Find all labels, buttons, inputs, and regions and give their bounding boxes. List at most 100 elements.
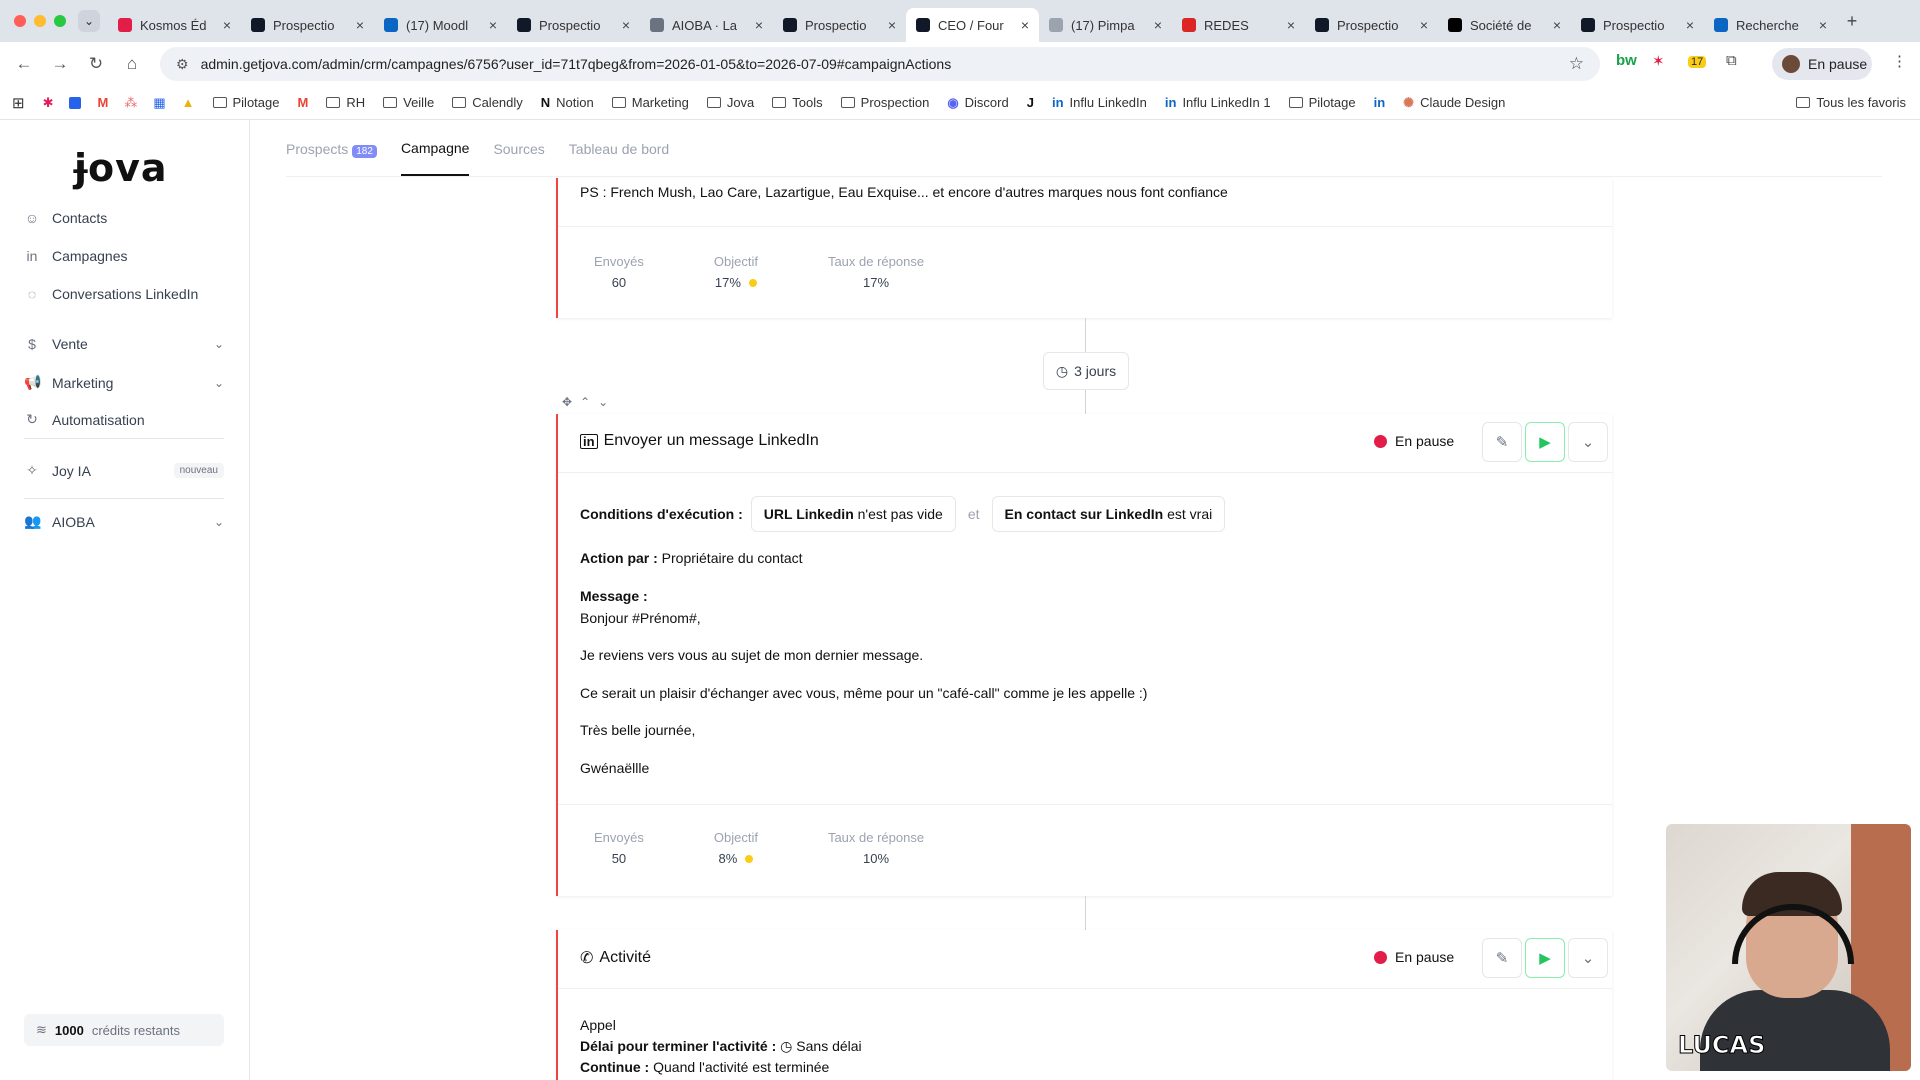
browser-tab[interactable]: (17) Pimpa × <box>1039 8 1172 42</box>
condition-chip[interactable]: URL Linkedin n'est pas vide <box>750 496 956 532</box>
bookmark-item[interactable]: Marketing <box>611 95 689 110</box>
extension-bw-icon[interactable]: bw <box>1616 52 1637 69</box>
browser-tab[interactable]: Prospectio × <box>507 8 640 42</box>
all-bookmarks[interactable]: Tous les favoris <box>1796 95 1906 110</box>
sidebar-item-conversations-linkedin[interactable]: ◌ Conversations LinkedIn <box>24 286 224 302</box>
tab-tableau-de-bord[interactable]: Tableau de bord <box>569 141 669 157</box>
close-tab-icon[interactable]: × <box>356 17 364 33</box>
play-button[interactable]: ▶ <box>1525 422 1565 462</box>
sidebar-item-campagnes[interactable]: in Campagnes <box>24 248 224 264</box>
close-tab-icon[interactable]: × <box>755 17 763 33</box>
bookmark-item[interactable]: RH <box>326 95 365 110</box>
bookmark-item[interactable]: Pilotage <box>1288 95 1356 110</box>
bookmark-star-icon[interactable]: ☆ <box>1569 54 1584 74</box>
bookmark-item[interactable]: Veille <box>383 95 434 110</box>
slack-icon[interactable]: ✱ <box>43 95 54 111</box>
minimize-window-button[interactable] <box>34 15 46 27</box>
condition-chip[interactable]: En contact sur LinkedIn est vrai <box>991 496 1226 532</box>
close-tab-icon[interactable]: × <box>1819 17 1827 33</box>
delay-badge[interactable]: ◷ 3 jours <box>1043 352 1129 390</box>
sidebar-item-aioba[interactable]: 👥 AIOBA ⌄ <box>24 513 224 530</box>
bookmark-item[interactable]: in Influ LinkedIn <box>1052 95 1147 110</box>
bookmark-item[interactable]: ✺ Claude Design <box>1403 95 1505 111</box>
move-up-icon[interactable]: ⌃ <box>580 395 590 409</box>
extension-badge[interactable]: 17 <box>1688 56 1707 68</box>
stat-value: 17% <box>714 275 758 290</box>
extension-figure-icon[interactable]: ✶ <box>1652 52 1665 70</box>
close-tab-icon[interactable]: × <box>489 17 497 33</box>
close-tab-icon[interactable]: × <box>1021 17 1029 33</box>
home-button[interactable]: ⌂ <box>114 54 150 74</box>
edit-button[interactable]: ✎ <box>1482 422 1522 462</box>
address-bar[interactable]: ⚙ admin.getjova.com/admin/crm/campagnes/… <box>160 47 1600 81</box>
bookmark-item[interactable]: N Notion <box>541 95 594 110</box>
sidebar-item-automatisation[interactable]: ↻ Automatisation <box>24 411 224 428</box>
bookmark-blue-icon[interactable] <box>69 96 82 109</box>
profile-button[interactable]: En pause <box>1772 48 1872 80</box>
browser-tab[interactable]: Recherche × <box>1704 8 1837 42</box>
bookmark-item[interactable]: Pilotage <box>212 95 279 110</box>
move-down-icon[interactable]: ⌄ <box>598 395 608 409</box>
tab-prospects[interactable]: Prospects 182 <box>286 141 377 158</box>
close-tab-icon[interactable]: × <box>622 17 630 33</box>
browser-tab[interactable]: Prospectio × <box>1571 8 1704 42</box>
jova-logo[interactable]: ɉova <box>74 146 168 190</box>
tab-search-button[interactable]: ⌄ <box>78 10 100 32</box>
close-tab-icon[interactable]: × <box>888 17 896 33</box>
back-button[interactable]: ← <box>6 54 42 74</box>
bookmark-item[interactable]: Calendly <box>452 95 523 110</box>
maximize-window-button[interactable] <box>54 15 66 27</box>
move-icon[interactable]: ✥ <box>562 395 572 409</box>
sidebar-item-contacts[interactable]: ☺ Contacts <box>24 210 224 226</box>
bookmark-item[interactable]: in Influ LinkedIn 1 <box>1165 95 1271 110</box>
bookmark-item[interactable]: J <box>1027 95 1034 110</box>
browser-tab[interactable]: (17) Moodl × <box>374 8 507 42</box>
browser-tab[interactable]: Kosmos Éd × <box>108 8 241 42</box>
play-button[interactable]: ▶ <box>1525 938 1565 978</box>
site-info-icon[interactable]: ⚙ <box>176 56 189 73</box>
bookmark-item[interactable]: Prospection <box>840 95 929 110</box>
reload-button[interactable]: ↻ <box>78 54 114 74</box>
close-tab-icon[interactable]: × <box>223 17 231 33</box>
close-tab-icon[interactable]: × <box>1420 17 1428 33</box>
browser-tab[interactable]: Prospectio × <box>773 8 906 42</box>
message-line: Très belle journée, <box>580 722 696 738</box>
close-tab-icon[interactable]: × <box>1287 17 1295 33</box>
bookmark-item[interactable]: Tools <box>772 95 823 110</box>
sidebar-item-marketing[interactable]: 📢 Marketing ⌄ <box>24 374 224 391</box>
forward-button[interactable]: → <box>42 54 78 74</box>
drive-icon[interactable]: ▲ <box>182 95 195 110</box>
sidebar-item-joy-ia[interactable]: ✧ Joy IA nouveau <box>24 462 224 479</box>
step-title-label: Envoyer un message LinkedIn <box>603 432 819 449</box>
bookmark-item[interactable]: Jova <box>706 95 754 110</box>
close-tab-icon[interactable]: × <box>1686 17 1694 33</box>
apps-grid-icon[interactable]: ⊞ <box>12 94 25 112</box>
browser-tab[interactable]: CEO / Four × <box>906 8 1039 42</box>
new-tab-button[interactable]: + <box>1837 11 1867 32</box>
stat-goal: Objectif 8% <box>714 830 758 866</box>
extensions-puzzle-icon[interactable]: ⧉ <box>1726 52 1737 69</box>
browser-tab[interactable]: REDES × <box>1172 8 1305 42</box>
asana-icon[interactable]: ⁂ <box>124 95 137 111</box>
close-window-button[interactable] <box>14 15 26 27</box>
browser-tab[interactable]: AIOBA · La × <box>640 8 773 42</box>
stat-value: 8% <box>714 851 758 866</box>
bookmark-item[interactable]: in <box>1374 95 1386 110</box>
calendar-icon[interactable]: ▦ <box>153 95 165 111</box>
close-tab-icon[interactable]: × <box>1553 17 1561 33</box>
close-tab-icon[interactable]: × <box>1154 17 1162 33</box>
tab-campagne[interactable]: Campagne <box>400 122 470 176</box>
expand-button[interactable]: ⌄ <box>1568 938 1608 978</box>
expand-button[interactable]: ⌄ <box>1568 422 1608 462</box>
gmail-icon[interactable]: M <box>97 95 108 110</box>
browser-tab[interactable]: Société de × <box>1438 8 1571 42</box>
window-controls <box>0 15 78 27</box>
browser-tab[interactable]: Prospectio × <box>241 8 374 42</box>
bookmark-item[interactable]: ◉ Discord <box>947 95 1008 111</box>
edit-button[interactable]: ✎ <box>1482 938 1522 978</box>
browser-tab[interactable]: Prospectio × <box>1305 8 1438 42</box>
menu-dots-icon[interactable]: ⋮ <box>1892 52 1907 70</box>
bookmark-item[interactable]: M <box>297 95 308 110</box>
sidebar-item-vente[interactable]: $ Vente ⌄ <box>24 336 224 352</box>
tab-sources[interactable]: Sources <box>493 141 544 157</box>
